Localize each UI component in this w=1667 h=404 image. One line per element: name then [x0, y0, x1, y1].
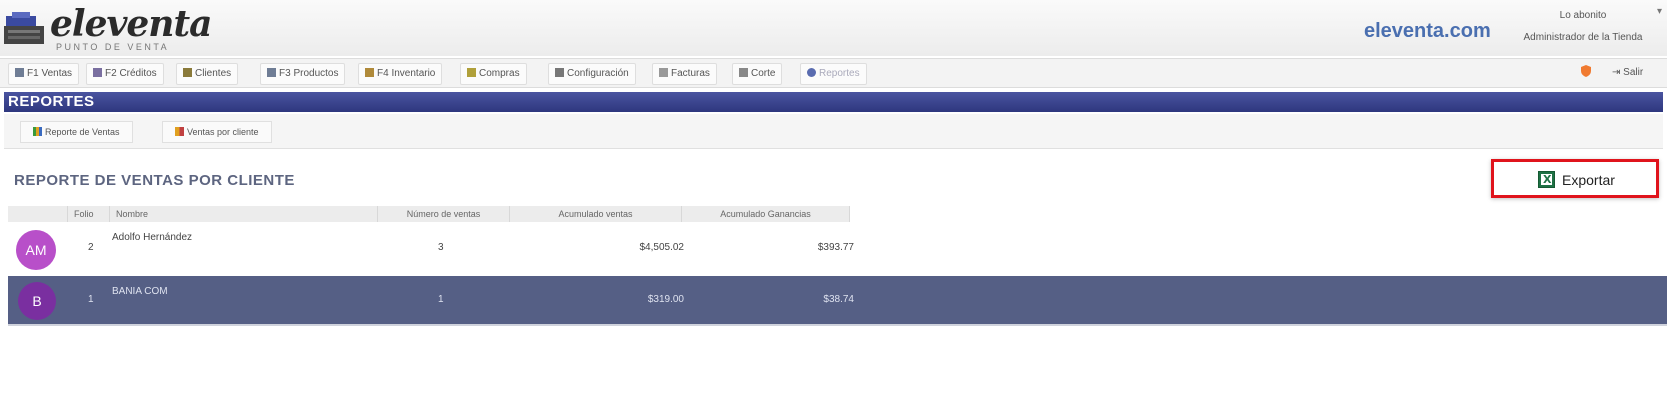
nav-item-reportes[interactable]: Reportes	[800, 63, 867, 85]
cell-num-ventas: 1	[438, 294, 444, 305]
cell-acum-ganancias: $38.74	[823, 294, 854, 305]
nav-item-label: Clientes	[195, 68, 232, 79]
invoice-icon	[659, 68, 668, 77]
table-row-selected[interactable]: B 1 BANIA COM 1 $319.00 $38.74	[8, 276, 1667, 324]
nav-item-configuracion[interactable]: Configuración	[548, 63, 636, 85]
cell-acum-ventas: $319.00	[647, 294, 684, 305]
column-header-num-ventas[interactable]: Número de ventas	[378, 206, 510, 222]
cell-nombre: Adolfo Hernández	[112, 232, 193, 243]
register-icon	[15, 68, 24, 77]
tab-label: Reporte de Ventas	[45, 127, 120, 137]
report-title: REPORTE DE VENTAS POR CLIENTE	[14, 172, 295, 189]
nav-item-compras[interactable]: Compras	[460, 63, 527, 85]
credit-icon	[93, 68, 102, 77]
logo-text: eleventa	[50, 3, 212, 45]
site-link[interactable]: eleventa.com	[1364, 20, 1491, 43]
inventory-icon	[365, 68, 374, 77]
nav-item-label: Corte	[751, 68, 776, 79]
shield-icon[interactable]	[1580, 63, 1592, 83]
exit-button[interactable]: ⇥ Salir	[1612, 63, 1643, 83]
eleventa-logo[interactable]: eleventa PUNTO DE VENTA	[4, 4, 212, 52]
clients-icon	[183, 68, 192, 77]
exit-icon: ⇥	[1612, 67, 1621, 78]
tab-label: Ventas por cliente	[187, 127, 259, 137]
tab-ventas-cliente[interactable]: Ventas por cliente	[162, 121, 272, 143]
nav-item-corte[interactable]: Corte	[732, 63, 783, 85]
exit-label: Salir	[1623, 67, 1644, 78]
nav-item-creditos[interactable]: F2 Créditos	[86, 63, 164, 85]
cut-icon	[739, 68, 748, 77]
user-role: Administrador de la Tienda	[1523, 32, 1643, 43]
nav-item-label: Configuración	[567, 68, 629, 79]
nav-item-ventas[interactable]: F1 Ventas	[8, 63, 80, 85]
nav-item-inventario[interactable]: F4 Inventario	[358, 63, 443, 85]
table-header: Folio Nombre Número de ventas Acumulado …	[8, 206, 850, 222]
app-header: eleventa PUNTO DE VENTA eleventa.com Lo …	[0, 0, 1667, 56]
section-title: REPORTES	[4, 92, 1663, 112]
nav-item-label: Reportes	[819, 68, 860, 79]
user-name: Lo abonito	[1559, 10, 1607, 21]
cell-nombre: BANIA COM	[112, 286, 168, 297]
export-label: Exportar	[1562, 172, 1615, 188]
nav-item-label: F4 Inventario	[377, 68, 436, 79]
nav-item-label: F1 Ventas	[27, 68, 73, 79]
cell-folio: 1	[88, 294, 94, 305]
table-row[interactable]: AM 2 Adolfo Hernández 3 $4,505.02 $393.7…	[8, 222, 1667, 270]
purchases-icon	[467, 68, 476, 77]
user-menu[interactable]: Lo abonito Administrador de la Tienda ▾	[1508, 4, 1662, 50]
cell-acum-ventas: $4,505.02	[639, 242, 685, 253]
nav-item-label: Compras	[479, 68, 520, 79]
nav-item-label: F3 Productos	[279, 68, 339, 79]
excel-icon	[1538, 171, 1555, 188]
main-nav: F1 Ventas F2 Créditos Clientes F3 Produc…	[0, 58, 1667, 88]
avatar: AM	[16, 230, 56, 270]
column-header-avatar	[8, 206, 68, 222]
nav-item-label: F2 Créditos	[105, 68, 157, 79]
cell-folio: 2	[88, 242, 94, 253]
products-icon	[267, 68, 276, 77]
chevron-down-icon: ▾	[1656, 6, 1662, 17]
table-divider	[8, 324, 1667, 326]
logo-subtitle: PUNTO DE VENTA	[56, 42, 170, 52]
settings-icon	[555, 68, 564, 77]
chart-icon	[33, 127, 42, 136]
report-tabs: Reporte de Ventas Ventas por cliente	[4, 114, 1663, 149]
column-header-acum-ventas[interactable]: Acumulado ventas	[510, 206, 682, 222]
clients-chart-icon	[175, 127, 184, 136]
export-button[interactable]: Exportar	[1491, 159, 1659, 198]
nav-item-label: Facturas	[671, 68, 710, 79]
column-header-folio[interactable]: Folio	[68, 206, 110, 222]
cash-register-icon	[4, 12, 44, 44]
nav-item-facturas[interactable]: Facturas	[652, 63, 717, 85]
cell-acum-ganancias: $393.77	[817, 242, 854, 253]
reports-icon	[807, 68, 816, 77]
tab-reporte-ventas[interactable]: Reporte de Ventas	[20, 121, 133, 143]
avatar: B	[18, 282, 56, 320]
nav-item-productos[interactable]: F3 Productos	[260, 63, 346, 85]
nav-item-clientes[interactable]: Clientes	[176, 63, 239, 85]
column-header-nombre[interactable]: Nombre	[110, 206, 378, 222]
column-header-acum-ganancias[interactable]: Acumulado Ganancias	[682, 206, 850, 222]
cell-num-ventas: 3	[438, 242, 444, 253]
